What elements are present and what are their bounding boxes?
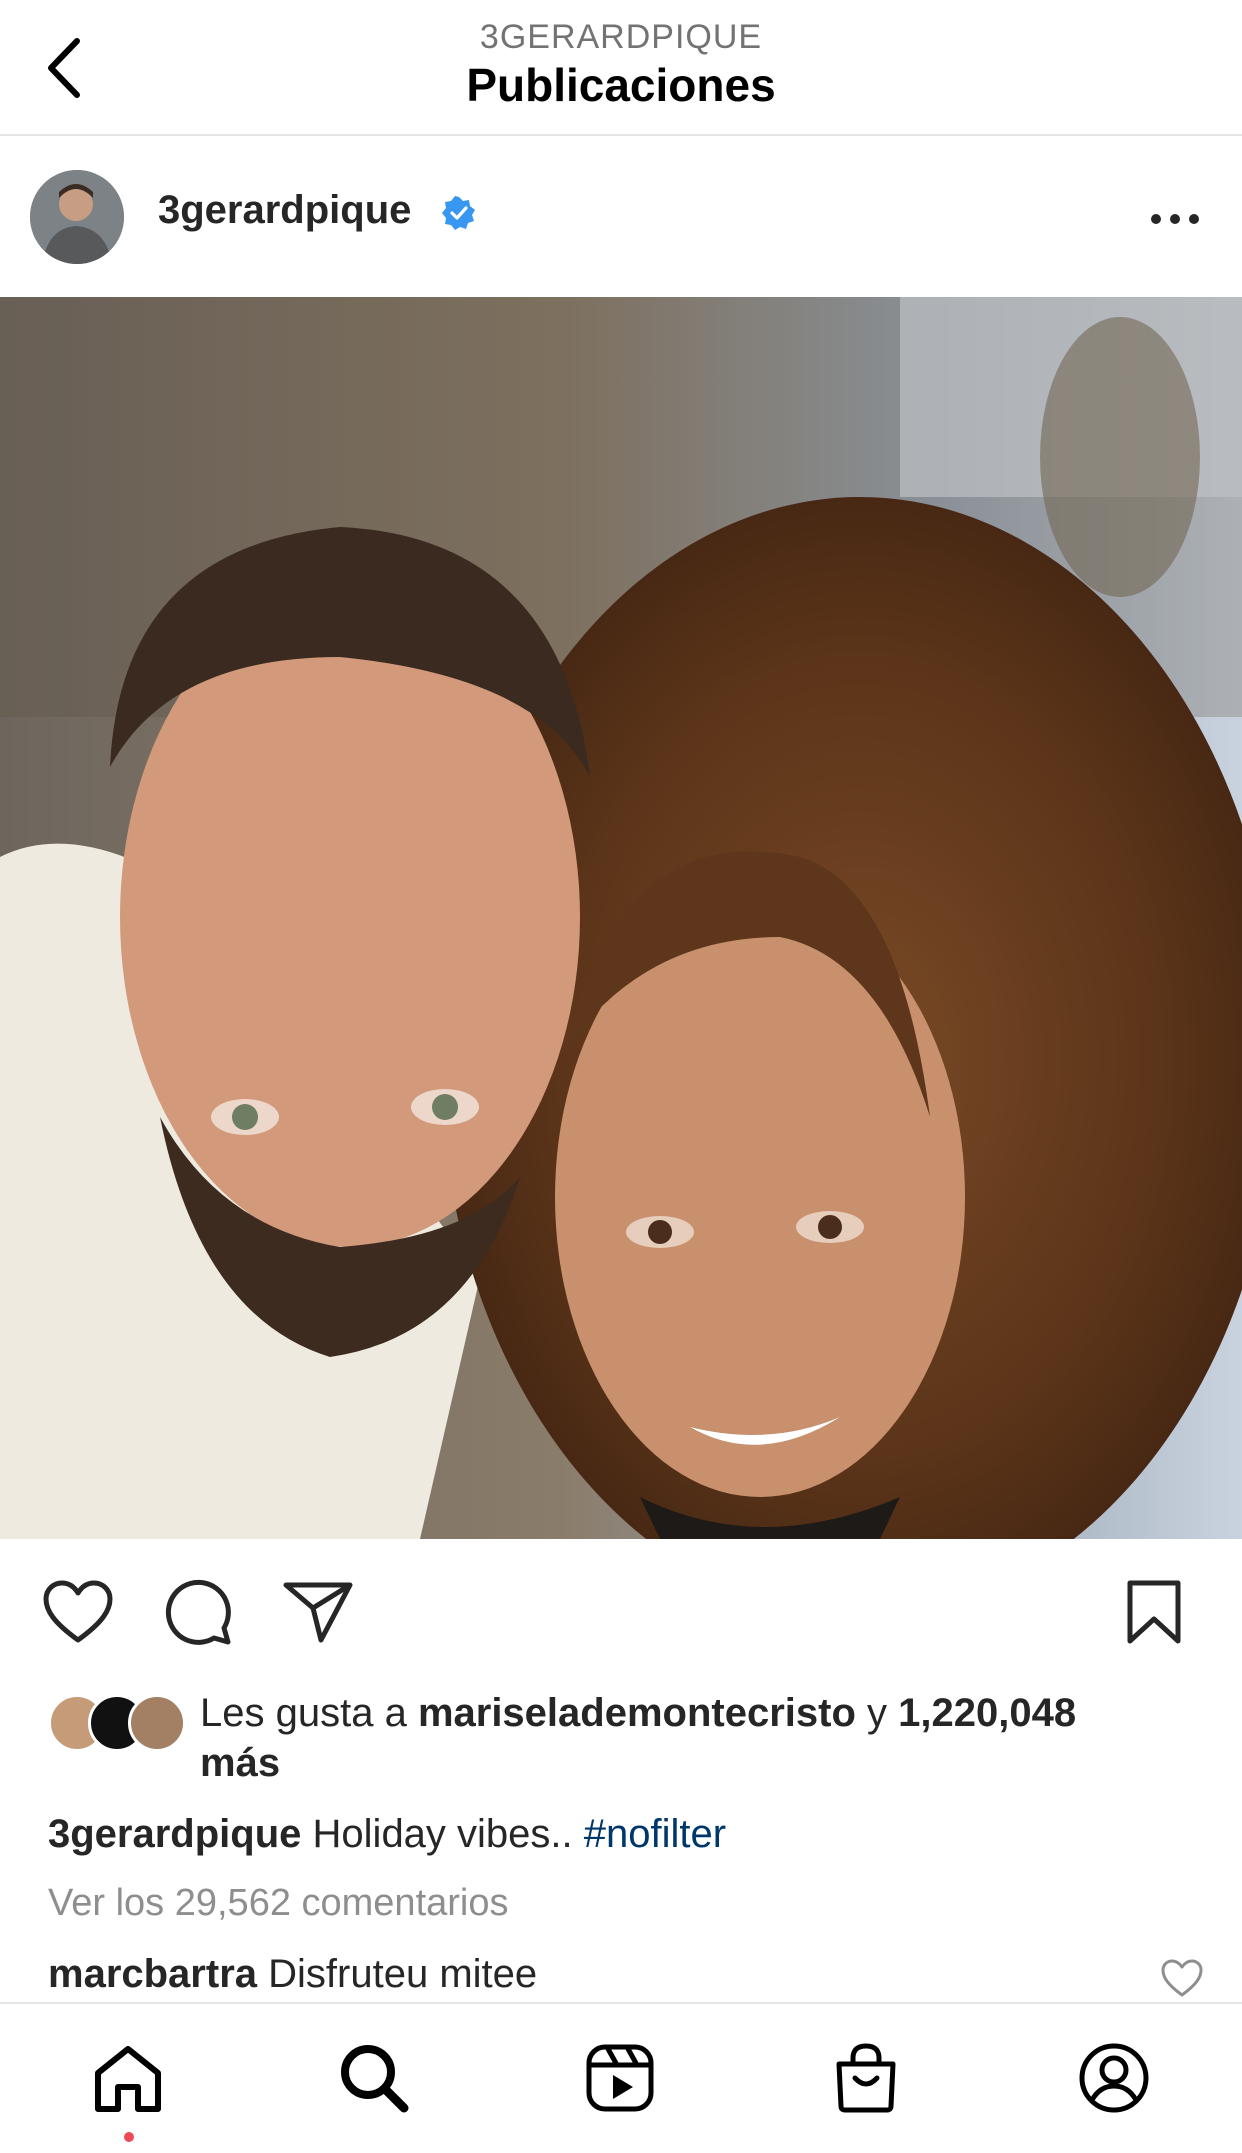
likes-count[interactable]: 1,220,048	[898, 1691, 1076, 1735]
home-icon	[95, 2046, 161, 2112]
post-image[interactable]	[0, 297, 1242, 1539]
nav-search[interactable]	[334, 2038, 414, 2118]
nav-home[interactable]	[88, 2038, 168, 2118]
notification-dot	[124, 2132, 134, 2142]
heart-icon	[43, 1580, 113, 1643]
comment-heart-icon[interactable]	[1160, 1956, 1204, 2000]
share-button[interactable]	[280, 1574, 356, 1650]
liker-username[interactable]: mariselademontecristo	[418, 1691, 856, 1735]
comment-preview: marcbartra Disfruteu mitee	[48, 1952, 537, 1997]
liker-avatars	[48, 1694, 188, 1752]
post-actions	[0, 1560, 1242, 1660]
comment-button[interactable]	[160, 1574, 236, 1650]
post-caption: 3gerardpique Holiday vibes.. #nofilter	[48, 1812, 726, 1857]
page-title: Publicaciones	[466, 59, 776, 111]
shop-icon	[836, 2043, 896, 2113]
caption-text: Holiday vibes..	[312, 1812, 584, 1856]
nav-shop[interactable]	[826, 2038, 906, 2118]
liker-avatar	[128, 1694, 186, 1752]
verified-badge-icon	[442, 196, 475, 230]
account-name: 3GERARDPIQUE	[479, 18, 763, 56]
nav-profile[interactable]	[1074, 2038, 1154, 2118]
profile-icon	[1079, 2043, 1149, 2113]
post-header: 3gerardpique	[0, 136, 1242, 296]
bottom-nav	[0, 2002, 1242, 2153]
likes-suffix[interactable]: más	[200, 1741, 280, 1785]
comment-icon	[165, 1579, 231, 1645]
reels-icon	[586, 2044, 654, 2112]
top-bar: 3GERARDPIQUE Publicaciones	[0, 0, 1242, 136]
more-options-button[interactable]	[1140, 194, 1210, 244]
bookmark-icon	[1127, 1580, 1181, 1644]
likes-prefix: Les gusta a	[200, 1691, 418, 1735]
paper-plane-icon	[283, 1582, 353, 1643]
like-button[interactable]	[40, 1574, 116, 1650]
comment-username[interactable]: marcbartra	[48, 1952, 257, 1996]
caption-username[interactable]: 3gerardpique	[48, 1812, 301, 1856]
save-button[interactable]	[1116, 1574, 1192, 1650]
likes-connector: y	[855, 1691, 899, 1735]
post-username[interactable]: 3gerardpique	[158, 188, 411, 233]
caption-hashtag[interactable]: #nofilter	[584, 1812, 726, 1856]
comment-text: Disfruteu mitee	[268, 1952, 538, 1996]
more-horizontal-icon	[1151, 214, 1199, 224]
avatar[interactable]	[30, 170, 124, 264]
view-comments-link[interactable]: Ver los 29,562 comentarios	[48, 1882, 509, 1925]
likes-text[interactable]: Les gusta a mariselademontecristo y 1,22…	[200, 1688, 1210, 1788]
nav-reels[interactable]	[580, 2038, 660, 2118]
search-icon	[341, 2045, 409, 2113]
